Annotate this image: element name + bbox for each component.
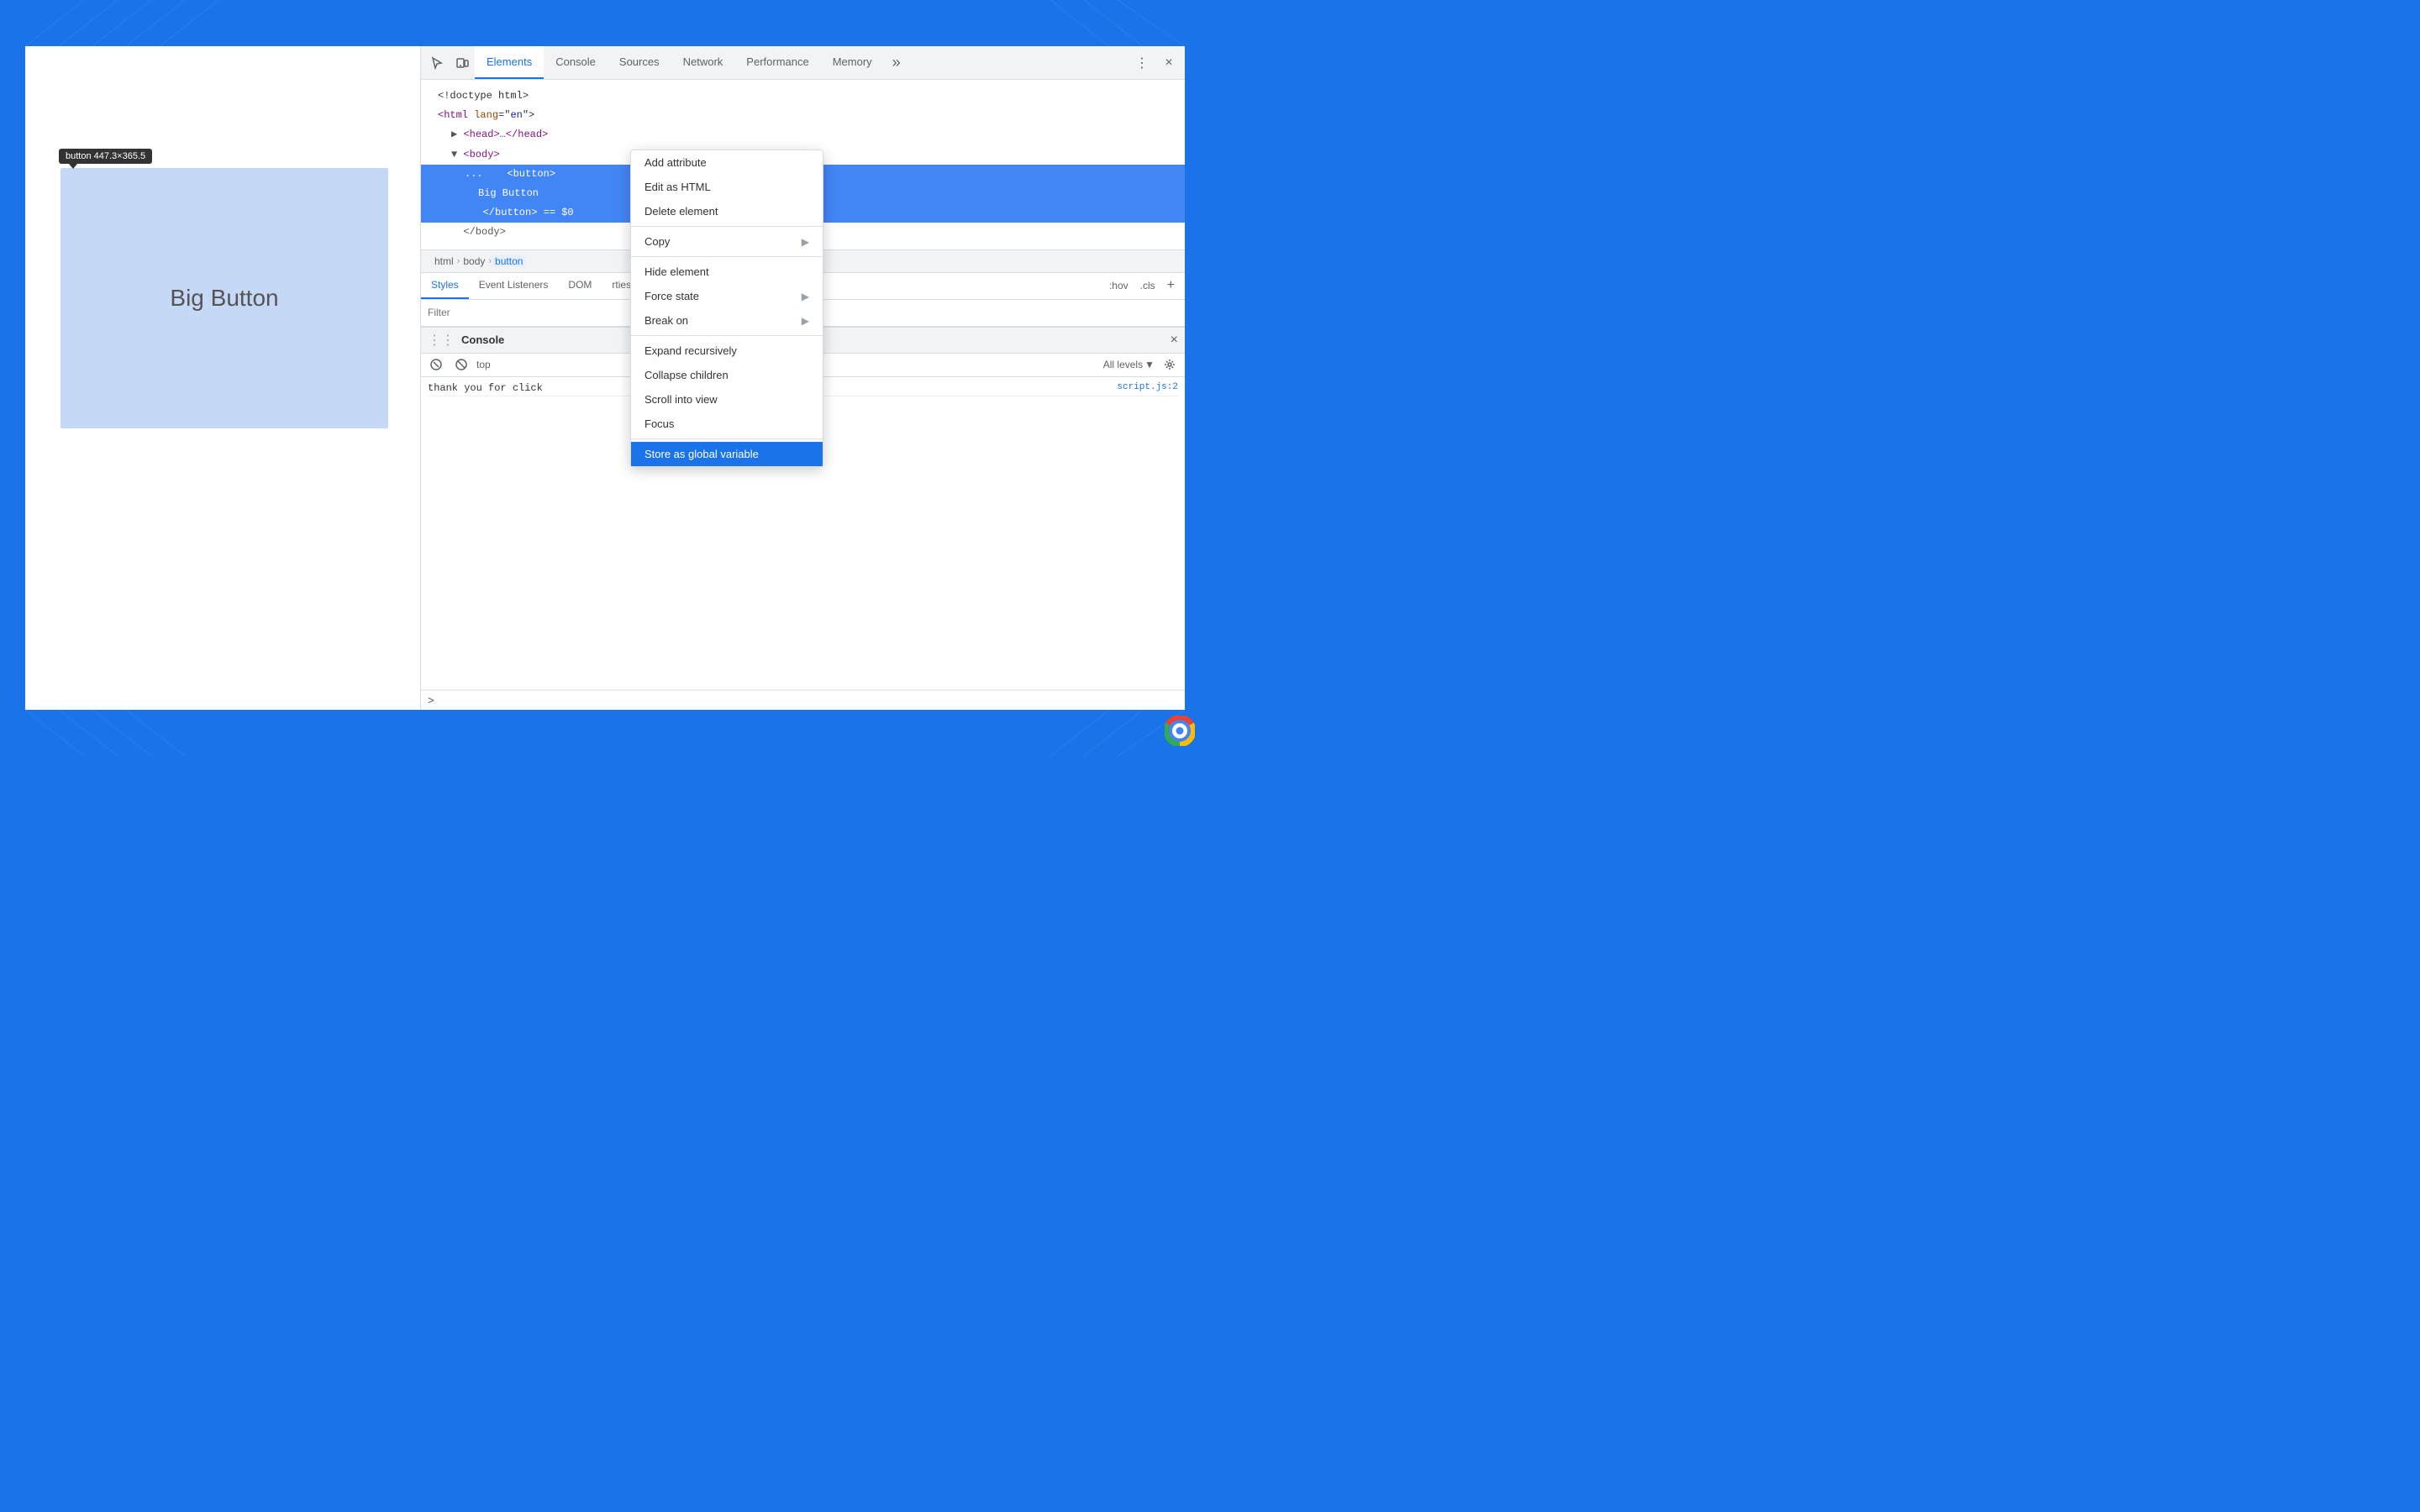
add-style-btn[interactable]: +	[1164, 276, 1178, 295]
console-clear-btn[interactable]	[426, 354, 446, 375]
inspect-icon-btn[interactable]	[424, 50, 450, 76]
ban-icon	[455, 359, 467, 370]
context-menu: Add attribute Edit as HTML Delete elemen…	[630, 150, 823, 467]
more-tabs-btn[interactable]: »	[884, 46, 909, 79]
tooltip-text: button 447.3×365.5	[66, 151, 145, 161]
drag-handle-icon: ⋮⋮	[428, 332, 455, 349]
cursor-icon	[430, 56, 444, 70]
chrome-logo	[1165, 716, 1195, 746]
context-menu-expand[interactable]: Expand recursively	[631, 339, 823, 363]
dom-line-head[interactable]: ▶ <head>…</head>	[421, 125, 1185, 144]
element-tooltip: button 447.3×365.5	[59, 149, 152, 164]
device-toggle-btn[interactable]	[450, 50, 475, 76]
console-prompt: >	[421, 690, 1185, 710]
breadcrumb-body[interactable]: body	[460, 255, 488, 267]
context-menu-scroll[interactable]: Scroll into view	[631, 387, 823, 412]
cls-btn[interactable]: .cls	[1137, 278, 1159, 293]
context-menu-collapse[interactable]: Collapse children	[631, 363, 823, 387]
context-menu-copy[interactable]: Copy ▶	[631, 229, 823, 254]
context-menu-divider-1	[631, 226, 823, 227]
context-menu-edit-html[interactable]: Edit as HTML	[631, 175, 823, 199]
settings-icon	[1164, 359, 1176, 370]
tab-performance[interactable]: Performance	[734, 46, 820, 79]
context-menu-delete-element[interactable]: Delete element	[631, 199, 823, 223]
console-settings-btn[interactable]	[1160, 354, 1180, 375]
dom-line-html[interactable]: <html lang="en">	[421, 106, 1185, 125]
big-button[interactable]: Big Button	[60, 168, 388, 428]
breadcrumb-html[interactable]: html	[431, 255, 457, 267]
force-state-arrow-icon: ▶	[802, 291, 809, 302]
inner-tab-styles[interactable]: Styles	[421, 273, 469, 299]
console-title: Console	[461, 333, 504, 346]
breadcrumb-button[interactable]: button	[492, 255, 526, 267]
dom-line-doctype[interactable]: <!doctype html>	[421, 87, 1185, 106]
devtools-header: Elements Console Sources Network Perform…	[421, 46, 1185, 80]
tab-sources[interactable]: Sources	[608, 46, 671, 79]
context-menu-focus[interactable]: Focus	[631, 412, 823, 436]
copy-arrow-icon: ▶	[802, 236, 809, 248]
context-menu-break-on[interactable]: Break on ▶	[631, 308, 823, 333]
big-button-label: Big Button	[170, 285, 278, 312]
console-close-btn[interactable]: ×	[1171, 333, 1178, 348]
tab-elements[interactable]: Elements	[475, 46, 544, 79]
break-on-arrow-icon: ▶	[802, 315, 809, 327]
context-menu-add-attribute[interactable]: Add attribute	[631, 150, 823, 175]
devtools-tabs: Elements Console Sources Network Perform…	[475, 46, 1129, 79]
context-menu-divider-2	[631, 256, 823, 257]
devtools-actions: ⋮ ×	[1129, 50, 1181, 76]
tab-network[interactable]: Network	[671, 46, 735, 79]
context-menu-force-state[interactable]: Force state ▶	[631, 284, 823, 308]
console-log-source[interactable]: script.js:2	[1117, 382, 1178, 392]
hov-btn[interactable]: :hov	[1106, 278, 1132, 293]
device-icon	[455, 56, 469, 70]
context-menu-hide-element[interactable]: Hide element	[631, 260, 823, 284]
devtools-close-btn[interactable]: ×	[1156, 50, 1181, 76]
devtools-settings-btn[interactable]: ⋮	[1129, 50, 1155, 76]
console-context-selector[interactable]: top	[476, 359, 491, 370]
console-prompt-arrow: >	[428, 694, 434, 706]
console-ban-btn[interactable]	[451, 354, 471, 375]
context-menu-divider-3	[631, 335, 823, 336]
context-menu-store-global[interactable]: Store as global variable	[631, 442, 823, 466]
tab-memory[interactable]: Memory	[821, 46, 884, 79]
styles-toolbar-right: :hov .cls +	[1106, 276, 1185, 295]
console-input[interactable]	[439, 695, 1178, 706]
context-menu-divider-4	[631, 438, 823, 439]
page-preview: button 447.3×365.5 Big Button	[25, 46, 437, 710]
clear-icon	[430, 359, 442, 370]
console-level-selector[interactable]: All levels ▼	[1103, 359, 1155, 370]
inner-tab-event-listeners[interactable]: Event Listeners	[469, 273, 559, 299]
tab-console[interactable]: Console	[544, 46, 608, 79]
inner-tab-dom[interactable]: DOM	[558, 273, 602, 299]
